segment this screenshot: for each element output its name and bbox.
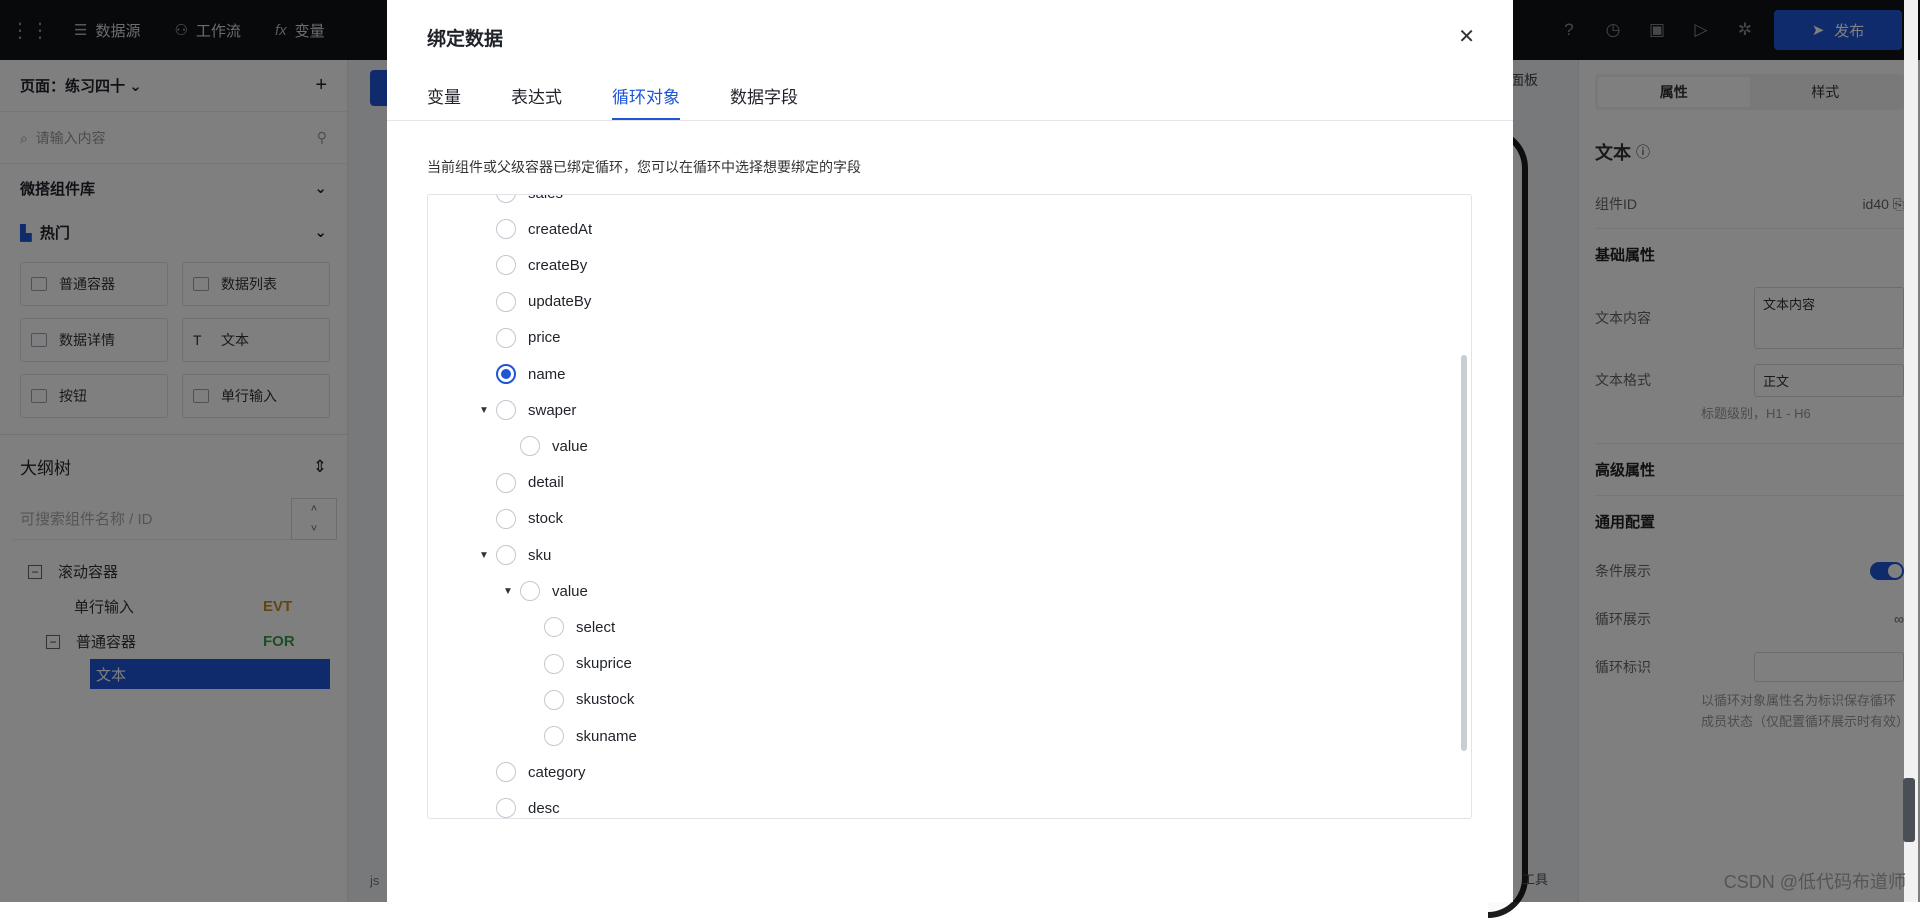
field-label: value [552, 438, 588, 455]
field-row[interactable]: createBy [472, 247, 587, 283]
field-label: skuprice [576, 655, 632, 672]
field-row[interactable]: stock [472, 501, 563, 537]
field-row[interactable]: createdAt [472, 211, 592, 247]
field-row[interactable]: desc [472, 790, 560, 819]
bind-data-dialog: 绑定数据 ✕ 变量 表达式 循环对象 数据字段 当前组件或父级容器已绑定循环，您… [387, 0, 1513, 902]
radio[interactable] [496, 545, 516, 565]
caret-down-icon[interactable]: ▼ [472, 550, 496, 561]
field-row[interactable]: skuprice [520, 646, 632, 682]
field-label: skustock [576, 691, 634, 708]
radio[interactable] [544, 654, 564, 674]
field-label: price [528, 329, 561, 346]
field-row[interactable]: price [472, 320, 561, 356]
field-row[interactable]: ▼ value [496, 573, 588, 609]
radio[interactable] [544, 690, 564, 710]
field-row[interactable]: name [472, 356, 566, 392]
field-row[interactable]: updateBy [472, 284, 591, 320]
field-label: select [576, 619, 615, 636]
field-tree: sales createdAt createBy updateBy price name ▼… [427, 194, 1472, 819]
field-row[interactable]: ▼ sku [472, 537, 551, 573]
field-row[interactable]: skuname [520, 718, 637, 754]
radio[interactable] [520, 436, 540, 456]
field-label: createBy [528, 257, 587, 274]
radio[interactable] [496, 400, 516, 420]
field-label: stock [528, 510, 563, 527]
field-label: detail [528, 474, 564, 491]
watermark: CSDN @低代码布道师 [1724, 868, 1906, 894]
tab-expression[interactable]: 表达式 [511, 70, 562, 120]
field-label: sales [528, 194, 563, 202]
radio[interactable] [496, 292, 516, 312]
dialog-tabs: 变量 表达式 循环对象 数据字段 [427, 70, 798, 120]
radio[interactable] [496, 255, 516, 275]
close-icon[interactable]: ✕ [1458, 24, 1475, 49]
field-row[interactable]: category [472, 754, 586, 790]
radio[interactable] [496, 762, 516, 782]
tab-variable[interactable]: 变量 [427, 70, 461, 120]
radio[interactable] [520, 581, 540, 601]
tab-loop-object[interactable]: 循环对象 [612, 70, 680, 120]
field-label: desc [528, 800, 560, 817]
field-label: swaper [528, 402, 576, 419]
tab-divider [387, 120, 1513, 121]
caret-down-icon[interactable]: ▼ [496, 586, 520, 597]
radio[interactable] [544, 617, 564, 637]
radio[interactable] [496, 473, 516, 493]
field-label: value [552, 583, 588, 600]
field-label: name [528, 366, 566, 383]
field-row[interactable]: sales [472, 194, 563, 211]
field-label: category [528, 764, 586, 781]
field-row[interactable]: detail [472, 465, 564, 501]
field-row[interactable]: ▼ swaper [472, 392, 576, 428]
field-row[interactable]: select [520, 609, 615, 645]
field-label: updateBy [528, 293, 591, 310]
radio[interactable] [496, 194, 516, 203]
field-row[interactable]: value [496, 428, 588, 464]
radio[interactable] [544, 726, 564, 746]
radio[interactable] [496, 328, 516, 348]
field-label: skuname [576, 728, 637, 745]
dialog-title: 绑定数据 [427, 24, 503, 51]
radio-checked[interactable] [496, 364, 516, 384]
page-scrollbar[interactable] [1904, 0, 1918, 902]
radio[interactable] [496, 509, 516, 529]
radio[interactable] [496, 798, 516, 818]
caret-down-icon[interactable]: ▼ [472, 405, 496, 416]
radio[interactable] [496, 219, 516, 239]
dialog-description: 当前组件或父级容器已绑定循环，您可以在循环中选择想要绑定的字段 [427, 157, 861, 177]
page-scrollbar-thumb[interactable] [1903, 778, 1915, 842]
field-tree-scrollbar[interactable] [1461, 355, 1467, 751]
field-row[interactable]: skustock [520, 682, 634, 718]
field-label: createdAt [528, 221, 592, 238]
field-label: sku [528, 547, 551, 564]
tab-data-field[interactable]: 数据字段 [730, 70, 798, 120]
